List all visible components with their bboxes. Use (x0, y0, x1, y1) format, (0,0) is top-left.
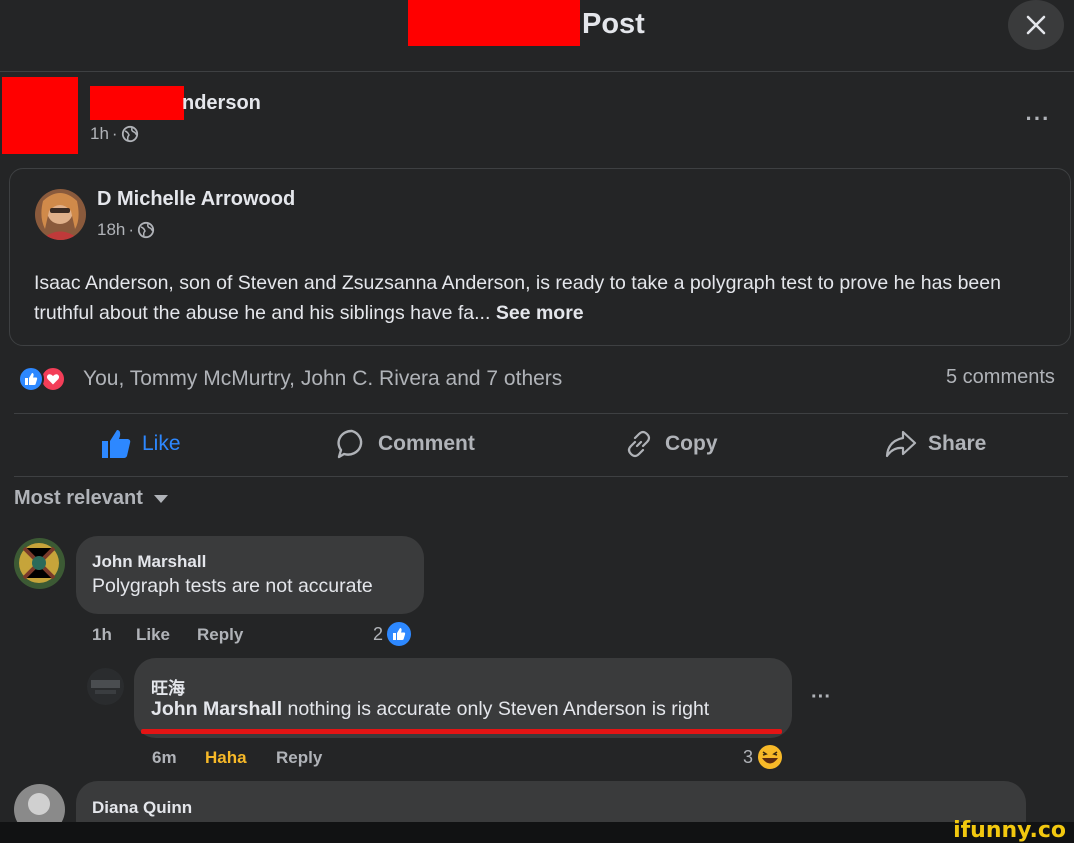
reply-reaction-count[interactable]: 3 (743, 742, 785, 772)
post-time[interactable]: 1h (90, 124, 109, 144)
reply-body: nothing is accurate only Steven Anderson… (282, 698, 710, 720)
see-more-link[interactable]: See more (496, 302, 584, 324)
comment-author[interactable]: John Marshall (92, 552, 206, 572)
share-icon (885, 430, 917, 458)
thumbs-up-icon (102, 430, 131, 458)
comment-button[interactable]: Comment (336, 428, 475, 460)
ifunny-watermark: ifunny.co (953, 818, 1066, 843)
action-bar: Like Comment Copy Share (14, 413, 1068, 477)
dialog-header: Post (0, 0, 1074, 72)
comment-like-button[interactable]: Like (136, 625, 170, 645)
comment-label: Comment (378, 432, 475, 455)
comment-reaction-count[interactable]: 2 (373, 620, 414, 648)
chevron-down-icon (153, 494, 168, 503)
shared-author-avatar[interactable] (35, 189, 86, 240)
mention-link[interactable]: John Marshall (151, 698, 282, 720)
comment-avatar[interactable] (14, 538, 65, 589)
copy-label: Copy (665, 432, 718, 455)
comment-sort-dropdown[interactable]: Most relevant (14, 487, 169, 510)
reaction-count: 2 (373, 623, 384, 644)
comment-count[interactable]: 5 comments (946, 366, 1055, 389)
like-reaction-icon (385, 620, 414, 648)
comment-reply-button[interactable]: Reply (197, 625, 243, 645)
watermark-bar (0, 822, 1074, 843)
copy-button[interactable]: Copy (623, 428, 718, 460)
close-button[interactable] (1008, 0, 1064, 50)
shared-time[interactable]: 18h (97, 220, 125, 240)
shared-author-name[interactable]: D Michelle Arrowood (97, 188, 295, 211)
share-label: Share (928, 432, 987, 455)
reply-reply-button[interactable]: Reply (276, 748, 322, 768)
like-label: Like (142, 432, 181, 455)
author-avatar-redaction (2, 77, 78, 154)
like-reaction-icon (18, 366, 44, 392)
separator: · (128, 220, 135, 239)
reply-more-button[interactable]: ··· (811, 686, 831, 709)
reply-author[interactable]: 旺海 (151, 674, 185, 699)
author-name-redaction (90, 86, 184, 120)
share-button[interactable]: Share (884, 428, 986, 460)
comment-text: Polygraph tests are not accurate (92, 575, 373, 597)
close-icon (1026, 15, 1046, 35)
post-author-name[interactable]: nderson (182, 92, 261, 115)
comment-author[interactable]: Diana Quinn (92, 798, 192, 818)
sort-label: Most relevant (14, 487, 143, 509)
reply-text: John Marshall nothing is accurate only S… (151, 698, 709, 721)
dialog-title: Post (582, 8, 645, 40)
globe-icon (137, 221, 155, 239)
reply-haha-button[interactable]: Haha (205, 748, 247, 768)
separator: · (111, 124, 118, 143)
shared-meta: 18h · (97, 220, 155, 240)
post-more-button[interactable]: ··· (1018, 104, 1058, 134)
redaction-box (408, 0, 580, 46)
reply-time[interactable]: 6m (152, 748, 177, 768)
shared-post-text: Isaac Anderson, son of Steven and Zsuzsa… (34, 268, 1044, 328)
red-underline-annotation (141, 729, 782, 734)
reaction-icons[interactable] (18, 366, 66, 392)
haha-emoji-icon (756, 743, 785, 771)
reply-avatar[interactable] (87, 668, 124, 705)
like-button[interactable]: Like (100, 428, 181, 460)
post-meta: 1h · (90, 124, 139, 144)
globe-icon (121, 125, 138, 143)
link-icon (627, 430, 651, 458)
reaction-count: 3 (743, 746, 754, 767)
comment-time[interactable]: 1h (92, 625, 112, 645)
comment-icon (337, 429, 363, 459)
reaction-names[interactable]: You, Tommy McMurtry, John C. Rivera and … (83, 367, 562, 391)
